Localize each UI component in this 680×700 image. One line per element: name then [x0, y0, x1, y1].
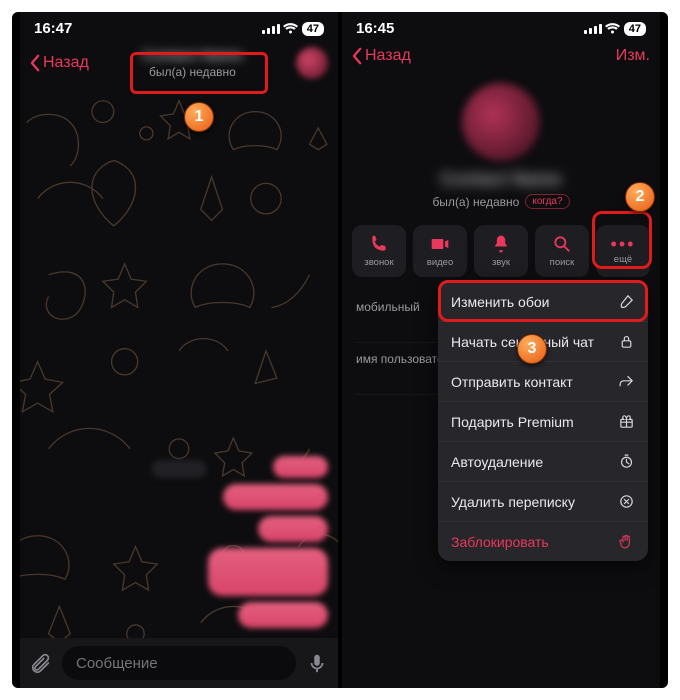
- chat-title-area[interactable]: Contact Name был(а) недавно: [89, 47, 296, 79]
- message-bubble[interactable]: [223, 484, 328, 510]
- profile-status: был(а) недавно: [432, 195, 519, 209]
- menu-block[interactable]: Заблокировать: [438, 522, 648, 561]
- message-input[interactable]: [62, 646, 296, 680]
- status-bar: 16:47 47: [20, 12, 338, 41]
- message-bubble[interactable]: [208, 548, 328, 596]
- back-label: Назад: [365, 47, 411, 65]
- timer-icon: [618, 453, 635, 470]
- hand-icon: [618, 533, 635, 550]
- message-bubble[interactable]: [258, 516, 328, 542]
- action-row: звонок видео звук поиск ••• ещё: [342, 219, 660, 287]
- back-button[interactable]: Назад: [352, 47, 411, 65]
- avatar[interactable]: [296, 47, 328, 79]
- callout-1: 1: [184, 102, 214, 132]
- video-icon: [430, 234, 450, 254]
- gift-icon: [618, 413, 635, 430]
- contact-name: Contact Name: [89, 47, 296, 64]
- search-icon: [552, 234, 572, 254]
- status-time: 16:47: [34, 20, 72, 37]
- attach-icon[interactable]: [30, 652, 52, 674]
- more-button[interactable]: ••• ещё: [596, 225, 650, 277]
- share-icon: [618, 373, 635, 390]
- message-bubble[interactable]: [238, 602, 328, 628]
- video-button[interactable]: видео: [413, 225, 467, 277]
- menu-gift-premium[interactable]: Подарить Premium: [438, 402, 648, 442]
- delete-chat-icon: [618, 493, 635, 510]
- edit-button[interactable]: Изм.: [616, 47, 650, 65]
- date-separator: [152, 460, 207, 478]
- menu-change-wallpaper[interactable]: Изменить обои: [438, 282, 648, 322]
- status-time: 16:45: [356, 20, 394, 37]
- back-label: Назад: [43, 54, 89, 72]
- context-menu: Изменить обои Начать секретный чат Отпра…: [438, 282, 648, 561]
- battery-indicator: 47: [624, 22, 646, 36]
- menu-autodelete[interactable]: Автоудаление: [438, 442, 648, 482]
- menu-send-contact[interactable]: Отправить контакт: [438, 362, 648, 402]
- profile-nav: Назад Изм.: [342, 41, 660, 75]
- back-button[interactable]: Назад: [30, 54, 89, 72]
- call-button[interactable]: звонок: [352, 225, 406, 277]
- status-bar: 16:45 47: [342, 12, 660, 41]
- message-composer: [20, 638, 338, 688]
- profile-header: Contact Name был(а) недавно когда?: [342, 75, 660, 219]
- profile-avatar[interactable]: [462, 83, 540, 161]
- chat-wallpaper: [20, 94, 338, 638]
- contact-status: был(а) недавно: [89, 65, 296, 79]
- cellular-icon: [584, 24, 601, 34]
- menu-delete-chat[interactable]: Удалить переписку: [438, 482, 648, 522]
- chat-nav: Назад Contact Name был(а) недавно: [20, 41, 338, 89]
- callout-3: 3: [517, 334, 547, 364]
- brush-icon: [618, 293, 635, 310]
- wifi-icon: [605, 23, 620, 35]
- when-link[interactable]: когда?: [525, 194, 569, 209]
- chat-screen: 16:47 47 Назад Contact Name был(а) недав…: [20, 12, 338, 688]
- search-button[interactable]: поиск: [535, 225, 589, 277]
- wifi-icon: [283, 23, 298, 35]
- profile-name: Contact Name: [342, 169, 660, 190]
- callout-2: 2: [625, 182, 655, 212]
- more-icon: •••: [611, 237, 636, 251]
- profile-screen: 16:45 47 Назад Изм. Contact Name был(а) …: [342, 12, 660, 688]
- mic-icon[interactable]: [306, 652, 328, 674]
- battery-indicator: 47: [302, 22, 324, 36]
- message-bubbles: [208, 456, 328, 628]
- cellular-icon: [262, 24, 279, 34]
- mute-button[interactable]: звук: [474, 225, 528, 277]
- message-bubble[interactable]: [273, 456, 328, 478]
- lock-icon: [618, 333, 635, 350]
- phone-icon: [369, 234, 389, 254]
- bell-icon: [491, 234, 511, 254]
